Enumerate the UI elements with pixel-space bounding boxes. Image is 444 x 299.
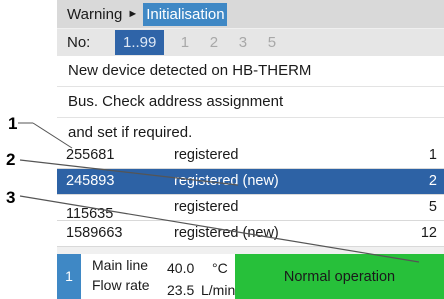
callout-label: 2 [6,150,16,169]
callout-label: 1 [8,114,18,133]
callout-label: 3 [6,188,16,207]
callout-lines [18,122,420,263]
